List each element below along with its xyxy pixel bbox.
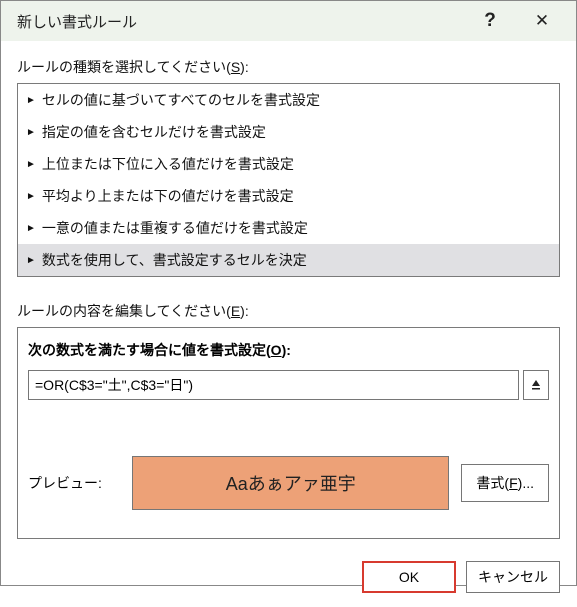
formula-input[interactable] — [28, 370, 519, 400]
new-formatting-rule-dialog: 新しい書式ルール ? ✕ ルールの種類を選択してください(S): ► セルの値に… — [0, 0, 577, 586]
rule-type-item[interactable]: ► 平均より上または下の値だけを書式設定 — [18, 180, 559, 212]
preview-label: プレビュー: — [28, 473, 120, 493]
rule-type-item-label: 指定の値を含むセルだけを書式設定 — [42, 122, 266, 142]
help-button[interactable]: ? — [464, 1, 516, 41]
rule-type-item[interactable]: ► セルの値に基づいてすべてのセルを書式設定 — [18, 84, 559, 116]
preview-sample: Aaあぁアァ亜宇 — [132, 456, 449, 510]
cancel-button[interactable]: キャンセル — [466, 561, 560, 593]
rule-type-item[interactable]: ► 数式を使用して、書式設定するセルを決定 — [18, 244, 559, 276]
dialog-content: ルールの種類を選択してください(S): ► セルの値に基づいてすべてのセルを書式… — [1, 41, 576, 549]
bullet-icon: ► — [26, 95, 36, 106]
rule-type-list[interactable]: ► セルの値に基づいてすべてのセルを書式設定 ► 指定の値を含むセルだけを書式設… — [17, 83, 560, 277]
bullet-icon: ► — [26, 191, 36, 202]
rule-type-label: ルールの種類を選択してください(S): — [17, 57, 560, 77]
rule-type-item-label: セルの値に基づいてすべてのセルを書式設定 — [42, 90, 320, 110]
rule-type-item[interactable]: ► 上位または下位に入る値だけを書式設定 — [18, 148, 559, 180]
rule-edit-label: ルールの内容を編集してください(E): — [17, 301, 560, 321]
rule-type-item-label: 平均より上または下の値だけを書式設定 — [42, 186, 294, 206]
rule-type-item-label: 一意の値または重複する値だけを書式設定 — [42, 218, 308, 238]
collapse-icon — [530, 378, 542, 392]
bullet-icon: ► — [26, 223, 36, 234]
formula-label: 次の数式を満たす場合に値を書式設定(O): — [28, 340, 549, 360]
rule-type-item[interactable]: ► 指定の値を含むセルだけを書式設定 — [18, 116, 559, 148]
titlebar: 新しい書式ルール ? ✕ — [1, 1, 576, 41]
format-button[interactable]: 書式(F)... — [461, 464, 549, 502]
rule-edit-box: 次の数式を満たす場合に値を書式設定(O): プレビュー: Aaあぁアァ亜宇 書式… — [17, 327, 560, 539]
formula-row — [28, 370, 549, 400]
close-button[interactable]: ✕ — [516, 1, 568, 41]
dialog-title: 新しい書式ルール — [17, 11, 464, 32]
rule-type-item-label: 数式を使用して、書式設定するセルを決定 — [42, 250, 307, 270]
rule-type-item-label: 上位または下位に入る値だけを書式設定 — [42, 154, 294, 174]
dialog-footer: OK キャンセル — [1, 549, 576, 607]
bullet-icon: ► — [26, 127, 36, 138]
collapse-dialog-button[interactable] — [523, 370, 549, 400]
bullet-icon: ► — [26, 255, 36, 266]
rule-type-item[interactable]: ► 一意の値または重複する値だけを書式設定 — [18, 212, 559, 244]
ok-button[interactable]: OK — [362, 561, 456, 593]
preview-row: プレビュー: Aaあぁアァ亜宇 書式(F)... — [28, 456, 549, 510]
bullet-icon: ► — [26, 159, 36, 170]
